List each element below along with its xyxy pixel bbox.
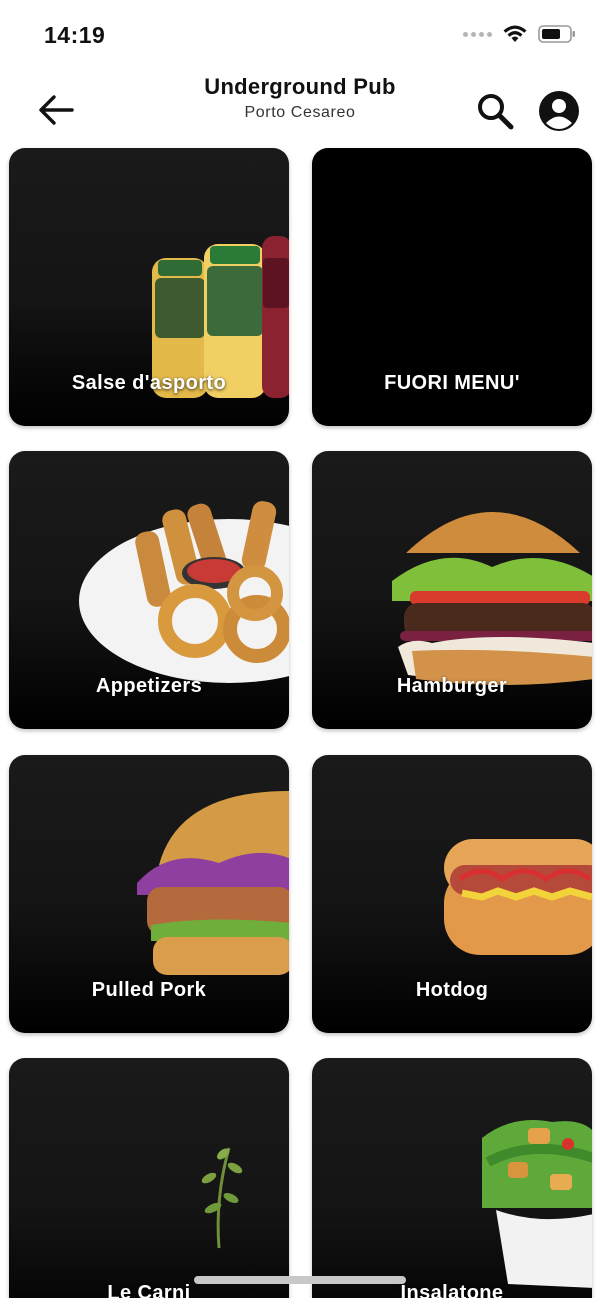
profile-button[interactable] — [538, 90, 580, 132]
home-indicator[interactable] — [194, 1276, 406, 1284]
title-block: Underground Pub Porto Cesareo — [150, 74, 450, 122]
battery-icon — [538, 25, 575, 43]
back-button[interactable] — [36, 92, 76, 128]
page-subtitle: Porto Cesareo — [244, 104, 356, 121]
page-title: Underground Pub — [204, 74, 396, 99]
category-label: Le Carni — [107, 1282, 191, 1298]
category-label: FUORI MENU' — [384, 372, 520, 394]
status-bar: 14:19 — [0, 0, 600, 70]
category-card-le-carni[interactable]: Le Carni — [9, 1058, 289, 1298]
category-card-hotdog[interactable]: Hotdog — [312, 755, 592, 1033]
category-card-salse[interactable]: Salse d'asporto — [9, 148, 289, 426]
wifi-icon — [503, 25, 527, 42]
status-time: 14:19 — [44, 22, 106, 48]
category-label: Hamburger — [396, 675, 508, 697]
category-label: Hotdog — [415, 979, 489, 1001]
search-button[interactable] — [474, 90, 516, 132]
category-label: Salse d'asporto — [71, 372, 227, 394]
category-label: Insalatone — [400, 1282, 504, 1298]
category-label: Appetizers — [95, 675, 203, 697]
category-card-fuori-menu[interactable]: FUORI MENU' — [312, 148, 592, 426]
status-icons — [463, 24, 576, 44]
category-card-pulled-pork[interactable]: Pulled Pork — [9, 755, 289, 1033]
category-label: Pulled Pork — [91, 979, 207, 1001]
search-icon — [478, 94, 514, 130]
category-card-insalatone[interactable]: Insalatone — [312, 1058, 592, 1298]
user-icon — [539, 91, 579, 131]
category-card-hamburger[interactable]: Hamburger — [312, 451, 592, 729]
cellular-signal-icon — [463, 31, 492, 37]
salad-bowl-image — [482, 1120, 592, 1288]
arrow-left-icon — [39, 95, 74, 125]
category-card-appetizers[interactable]: Appetizers — [9, 451, 289, 729]
herb-sprig-image — [201, 1147, 243, 1249]
header: Underground Pub Porto Cesareo — [0, 70, 600, 146]
